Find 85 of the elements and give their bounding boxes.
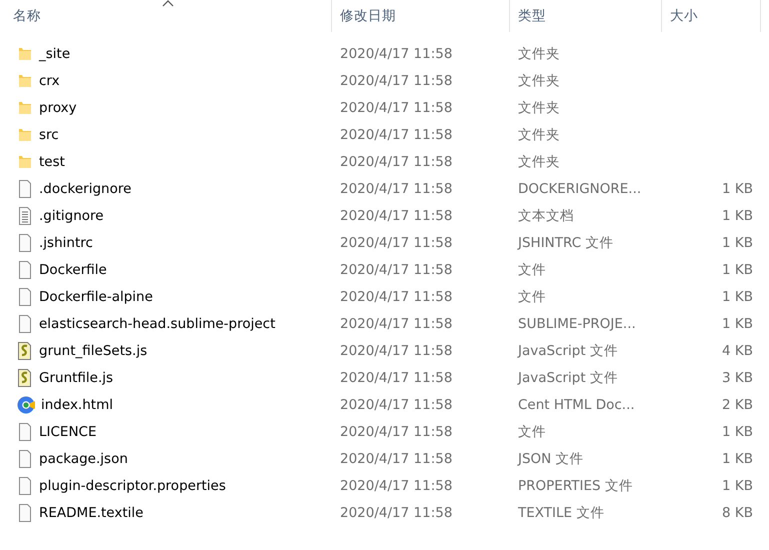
file-type: 文本文档 bbox=[518, 208, 574, 224]
file-size: 1 KB bbox=[722, 316, 753, 332]
file-name[interactable]: plugin-descriptor.properties bbox=[39, 478, 226, 494]
modified-date: 2020/4/17 11:58 bbox=[340, 450, 452, 466]
folder-icon bbox=[17, 126, 33, 142]
file-type: Cent HTML Doc... bbox=[518, 396, 635, 412]
file-name[interactable]: index.html bbox=[41, 396, 113, 412]
modified-date: 2020/4/17 11:58 bbox=[340, 370, 452, 386]
file-size: 4 KB bbox=[722, 342, 753, 358]
file-name[interactable]: .dockerignore bbox=[39, 180, 132, 196]
file-name[interactable]: Dockerfile-alpine bbox=[39, 288, 153, 304]
file-size: 1 KB bbox=[722, 208, 753, 224]
file-type: PROPERTIES 文件 bbox=[518, 478, 633, 494]
file-type: 文件夹 bbox=[518, 46, 560, 62]
file-name[interactable]: proxy bbox=[39, 100, 77, 116]
text-file-icon bbox=[17, 206, 33, 224]
file-icon bbox=[17, 422, 33, 440]
file-size: 3 KB bbox=[722, 370, 753, 386]
file-type: SUBLIME-PROJE... bbox=[518, 316, 636, 332]
file-type: 文件 bbox=[518, 424, 546, 440]
file-size: 1 KB bbox=[722, 180, 753, 196]
modified-date: 2020/4/17 11:58 bbox=[340, 342, 452, 358]
file-icon bbox=[17, 288, 33, 306]
modified-date: 2020/4/17 11:58 bbox=[340, 100, 452, 116]
file-type: 文件 bbox=[518, 262, 546, 278]
folder-icon bbox=[17, 154, 33, 170]
modified-date: 2020/4/17 11:58 bbox=[340, 478, 452, 494]
folder-icon bbox=[17, 72, 33, 88]
modified-date: 2020/4/17 11:58 bbox=[340, 288, 452, 304]
file-type: JSHINTRC 文件 bbox=[518, 234, 614, 250]
file-name[interactable]: grunt_fileSets.js bbox=[39, 342, 148, 358]
file-name[interactable]: package.json bbox=[39, 450, 128, 466]
file-name[interactable]: Gruntfile.js bbox=[39, 370, 114, 386]
file-name[interactable]: LICENCE bbox=[39, 424, 97, 440]
browser-icon bbox=[17, 396, 35, 414]
file-name[interactable]: crx bbox=[39, 72, 60, 88]
modified-date: 2020/4/17 11:58 bbox=[340, 72, 452, 88]
script-file-icon bbox=[17, 342, 33, 360]
file-size: 1 KB bbox=[722, 262, 753, 278]
file-icon bbox=[17, 450, 33, 468]
file-type: DOCKERIGNORE... bbox=[518, 180, 642, 196]
modified-date: 2020/4/17 11:58 bbox=[340, 46, 452, 62]
file-size: 1 KB bbox=[722, 288, 753, 304]
modified-date: 2020/4/17 11:58 bbox=[340, 234, 452, 250]
modified-date: 2020/4/17 11:58 bbox=[340, 262, 452, 278]
file-size: 1 KB bbox=[722, 478, 753, 494]
file-icon bbox=[17, 234, 33, 252]
modified-date: 2020/4/17 11:58 bbox=[340, 504, 452, 520]
file-type: 文件夹 bbox=[518, 100, 560, 116]
file-type: 文件 bbox=[518, 288, 546, 304]
file-name[interactable]: README.textile bbox=[39, 504, 144, 520]
file-name[interactable]: .gitignore bbox=[39, 208, 104, 224]
file-name[interactable]: test bbox=[39, 154, 65, 170]
file-type: JavaScript 文件 bbox=[518, 342, 618, 358]
modified-date: 2020/4/17 11:58 bbox=[340, 126, 452, 142]
folder-icon bbox=[17, 46, 33, 62]
file-type: JSON 文件 bbox=[518, 450, 584, 466]
script-file-icon bbox=[17, 368, 33, 386]
file-icon bbox=[17, 476, 33, 494]
file-type: 文件夹 bbox=[518, 72, 560, 88]
file-size: 2 KB bbox=[722, 396, 753, 412]
file-icon bbox=[17, 260, 33, 278]
modified-date: 2020/4/17 11:58 bbox=[340, 154, 452, 170]
file-size: 8 KB bbox=[722, 504, 753, 520]
modified-date: 2020/4/17 11:58 bbox=[340, 316, 452, 332]
file-name[interactable]: .jshintrc bbox=[39, 234, 93, 250]
folder-icon bbox=[17, 100, 33, 116]
modified-date: 2020/4/17 11:58 bbox=[340, 396, 452, 412]
file-name[interactable]: Dockerfile bbox=[39, 262, 107, 278]
file-type: JavaScript 文件 bbox=[518, 370, 618, 386]
file-type: TEXTILE 文件 bbox=[518, 504, 604, 520]
file-size: 1 KB bbox=[722, 234, 753, 250]
modified-date: 2020/4/17 11:58 bbox=[340, 424, 452, 440]
file-icon bbox=[17, 504, 33, 522]
file-size: 1 KB bbox=[722, 424, 753, 440]
modified-date: 2020/4/17 11:58 bbox=[340, 180, 452, 196]
file-name[interactable]: _site bbox=[39, 46, 70, 62]
modified-date: 2020/4/17 11:58 bbox=[340, 208, 452, 224]
file-type: 文件夹 bbox=[518, 154, 560, 170]
file-name[interactable]: elasticsearch-head.sublime-project bbox=[39, 316, 276, 332]
file-name[interactable]: src bbox=[39, 126, 59, 142]
file-icon bbox=[17, 180, 33, 198]
file-type: 文件夹 bbox=[518, 126, 560, 142]
file-size: 1 KB bbox=[722, 450, 753, 466]
file-icon bbox=[17, 314, 33, 332]
